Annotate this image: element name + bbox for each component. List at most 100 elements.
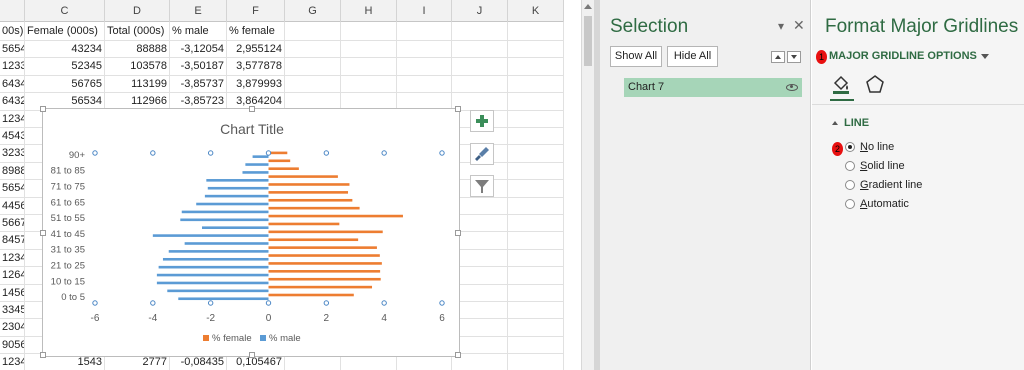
column-header[interactable]: G — [285, 0, 341, 22]
cell[interactable]: 3345 — [0, 302, 25, 320]
cell[interactable] — [452, 22, 508, 41]
cell[interactable]: 5654 — [0, 180, 25, 198]
cell[interactable] — [508, 284, 564, 302]
cell[interactable] — [508, 58, 564, 76]
cell[interactable]: 56765 — [25, 75, 105, 94]
cell[interactable] — [508, 93, 564, 111]
resize-handle[interactable] — [40, 230, 46, 236]
cell[interactable] — [285, 58, 341, 76]
cell[interactable] — [508, 128, 564, 146]
cell[interactable]: 3,577878 — [227, 58, 285, 76]
column-header[interactable]: I — [397, 0, 452, 22]
resize-handle[interactable] — [455, 352, 461, 358]
cell[interactable]: 1264 — [0, 267, 25, 285]
cell[interactable] — [397, 75, 452, 94]
chart-elements-button[interactable] — [470, 110, 494, 132]
column-header[interactable]: D — [105, 0, 170, 22]
cell[interactable]: Female (000s) — [25, 22, 105, 41]
cell[interactable] — [508, 336, 564, 355]
fill-line-icon[interactable] — [830, 73, 852, 95]
chart-area[interactable]: Chart Title -6 -4 -2 0 2 4 6 0 to 5 10 to 15 21 to… — [40, 106, 461, 358]
cell[interactable] — [508, 232, 564, 250]
selection-item-chart-7[interactable]: Chart 7 — [624, 78, 802, 97]
hide-all-button[interactable]: Hide All — [667, 46, 718, 67]
scroll-up-icon[interactable] — [584, 4, 592, 9]
cell[interactable] — [341, 41, 397, 59]
cell[interactable]: 103578 — [105, 58, 170, 76]
cell[interactable] — [452, 41, 508, 59]
cell[interactable]: 1234 — [0, 110, 25, 128]
chart-filters-button[interactable] — [470, 175, 494, 197]
resize-handle[interactable] — [249, 106, 255, 112]
column-header[interactable]: K — [508, 0, 564, 22]
cell[interactable]: 88888 — [105, 41, 170, 59]
cell[interactable] — [508, 354, 564, 370]
column-header[interactable]: J — [452, 0, 508, 22]
cell[interactable] — [508, 180, 564, 198]
cell[interactable]: 3233 — [0, 145, 25, 163]
cell[interactable]: 1233 — [0, 58, 25, 76]
gridline-options-dropdown[interactable]: MAJOR GRIDLINE OPTIONS — [829, 50, 989, 62]
cell[interactable] — [285, 22, 341, 41]
show-all-button[interactable]: Show All — [610, 46, 662, 67]
close-icon[interactable]: ✕ — [793, 17, 805, 34]
radio-button[interactable] — [845, 180, 855, 190]
resize-handle[interactable] — [455, 230, 461, 236]
cell[interactable] — [341, 58, 397, 76]
column-header[interactable]: F — [227, 0, 285, 22]
cell[interactable]: 43234 — [25, 41, 105, 59]
cell[interactable] — [452, 75, 508, 94]
effects-pentagon-icon[interactable] — [864, 73, 886, 95]
cell[interactable] — [452, 58, 508, 76]
resize-handle[interactable] — [455, 106, 461, 112]
column-header[interactable]: H — [341, 0, 397, 22]
cell[interactable] — [508, 22, 564, 41]
cell[interactable]: 6432 — [0, 93, 25, 111]
cell[interactable]: 2304 — [0, 319, 25, 337]
cell[interactable] — [285, 41, 341, 59]
cell[interactable]: 1456 — [0, 284, 25, 302]
cell[interactable] — [508, 215, 564, 233]
visibility-eye-icon[interactable] — [786, 84, 798, 91]
cell[interactable]: % female — [227, 22, 285, 41]
cell[interactable]: -3,50187 — [170, 58, 227, 76]
scroll-thumb[interactable] — [584, 16, 592, 66]
cell[interactable] — [508, 75, 564, 94]
cell[interactable]: 8988 — [0, 162, 25, 181]
cell[interactable] — [508, 302, 564, 320]
cell[interactable]: 6434 — [0, 75, 25, 94]
cell[interactable]: 9056 — [0, 336, 25, 355]
cell[interactable] — [508, 249, 564, 268]
column-header[interactable]: E — [170, 0, 227, 22]
cell[interactable] — [285, 75, 341, 94]
column-header[interactable]: C — [25, 0, 105, 22]
cell[interactable] — [341, 75, 397, 94]
cell[interactable] — [508, 162, 564, 181]
cell[interactable]: 1234 — [0, 354, 25, 370]
resize-handle[interactable] — [249, 352, 255, 358]
cell[interactable]: 2,955124 — [227, 41, 285, 59]
cell[interactable] — [341, 22, 397, 41]
cell[interactable]: 52345 — [25, 58, 105, 76]
cell[interactable]: -3,85737 — [170, 75, 227, 94]
cell[interactable] — [508, 41, 564, 59]
cell[interactable]: 113199 — [105, 75, 170, 94]
cell[interactable] — [508, 267, 564, 285]
radio-button[interactable] — [845, 142, 855, 152]
cell[interactable] — [508, 145, 564, 163]
cell[interactable] — [397, 41, 452, 59]
cell[interactable] — [508, 110, 564, 128]
cell[interactable] — [397, 58, 452, 76]
resize-handle[interactable] — [40, 352, 46, 358]
cell[interactable]: 5667 — [0, 215, 25, 233]
line-section-header[interactable]: LINE — [832, 117, 869, 129]
cell[interactable]: % male — [170, 22, 227, 41]
vertical-scrollbar[interactable] — [581, 0, 594, 370]
cell[interactable]: 4456 — [0, 197, 25, 215]
chart-styles-button[interactable] — [470, 143, 494, 165]
radio-button[interactable] — [845, 199, 855, 209]
bring-forward-button[interactable] — [771, 51, 785, 63]
cell[interactable] — [508, 197, 564, 215]
cell[interactable]: Total (000s) — [105, 22, 170, 41]
cell[interactable] — [397, 22, 452, 41]
